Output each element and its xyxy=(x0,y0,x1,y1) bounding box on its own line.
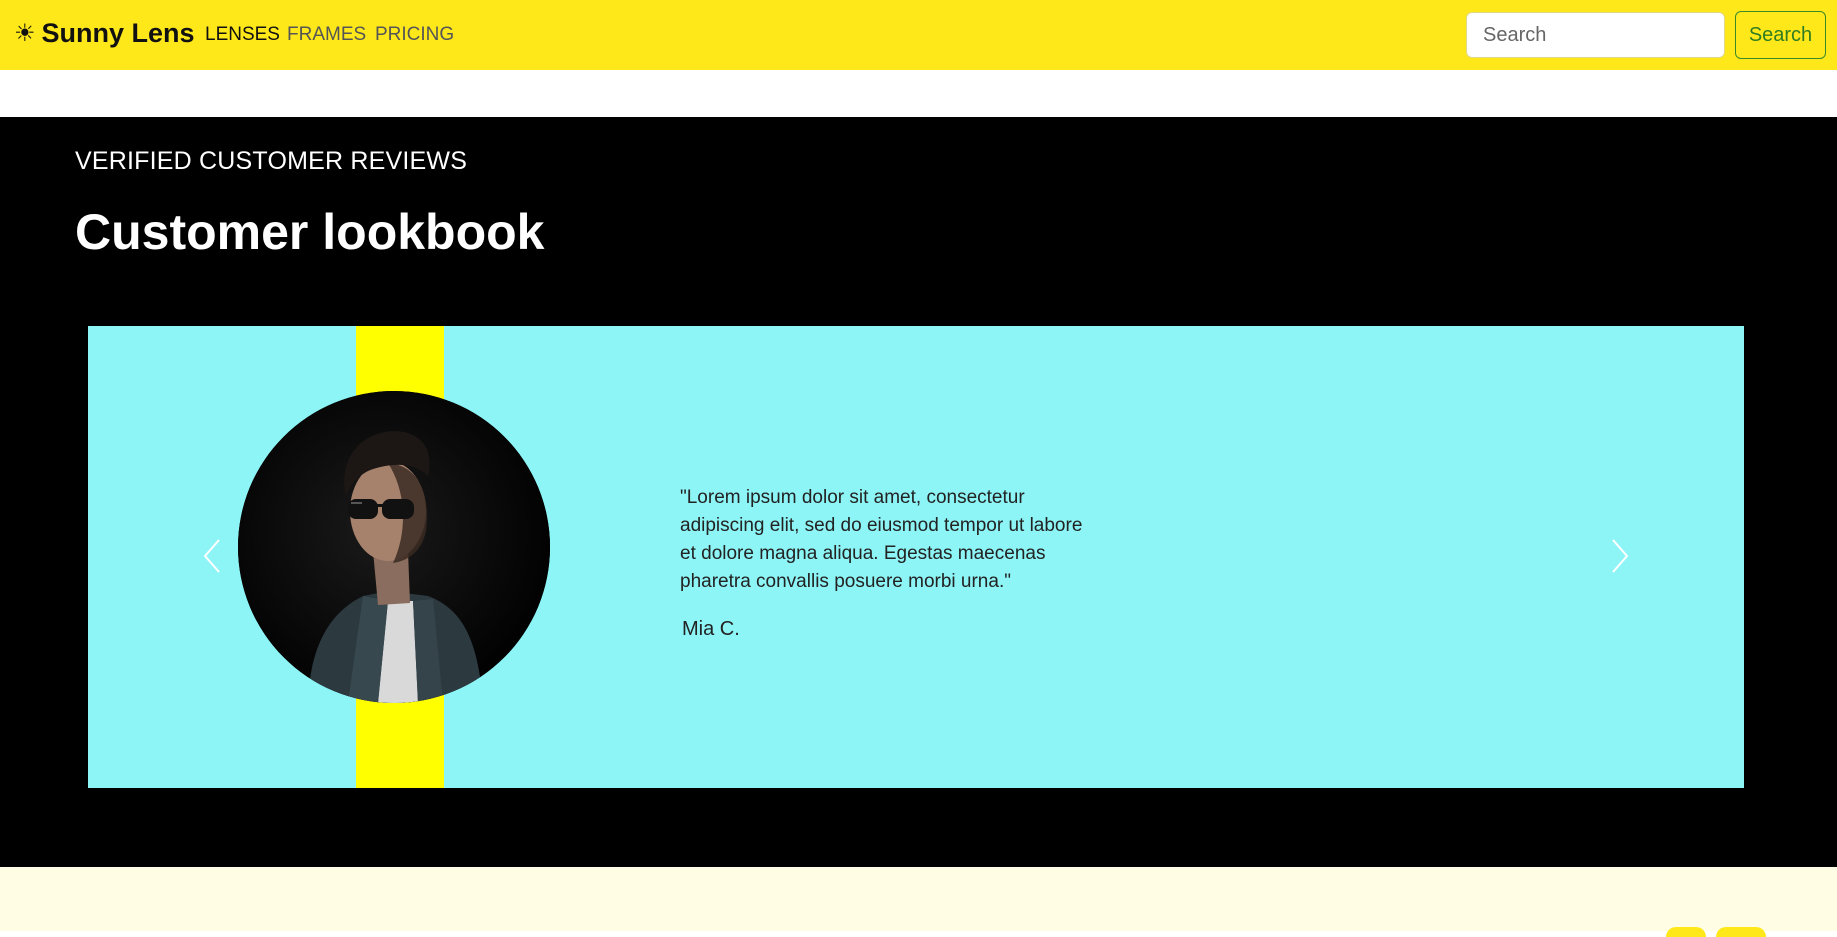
testimonial-carousel: "Lorem ipsum dolor sit amet, consectetur… xyxy=(88,326,1744,788)
reviews-section: VERIFIED CUSTOMER REVIEWS Customer lookb… xyxy=(0,117,1837,867)
decorative-shape xyxy=(1716,927,1766,937)
section-eyebrow: VERIFIED CUSTOMER REVIEWS xyxy=(75,147,468,175)
section-title: Customer lookbook xyxy=(75,204,545,260)
testimonial-quote: "Lorem ipsum dolor sit amet, consectetur… xyxy=(680,487,1083,592)
carousel-next-button[interactable] xyxy=(1600,536,1640,576)
header-spacer xyxy=(0,70,1837,117)
nav-link-pricing[interactable]: PRICING xyxy=(375,24,454,46)
search-button[interactable]: Search xyxy=(1735,11,1826,59)
chevron-left-icon xyxy=(203,539,220,573)
customer-photo xyxy=(238,391,550,703)
nav-link-lenses[interactable]: LENSES xyxy=(205,24,280,46)
chevron-right-icon xyxy=(1612,539,1629,573)
search-input[interactable] xyxy=(1466,12,1725,58)
sun-icon: ☀ xyxy=(14,19,36,47)
testimonial-author: Mia C. xyxy=(682,618,740,640)
next-section xyxy=(0,867,1837,937)
decorative-shape xyxy=(1666,927,1706,937)
brand-logo-link[interactable]: ☀ Sunny Lens xyxy=(14,18,195,49)
nav-link-frames[interactable]: FRAMES xyxy=(287,24,366,46)
carousel-prev-button[interactable] xyxy=(192,536,232,576)
brand-name: Sunny Lens xyxy=(41,18,195,48)
navbar: ☀ Sunny Lens LENSES FRAMES PRICING Searc… xyxy=(0,0,1837,70)
